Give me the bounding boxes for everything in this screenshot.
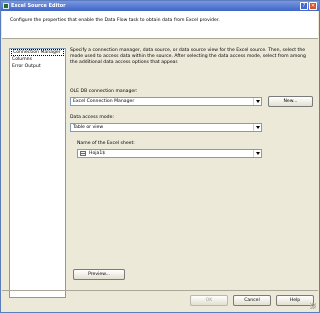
data-access-mode-select[interactable]: Table or view [70,123,262,132]
footer-divider [2,290,318,291]
header-panel: Configure the properties that enable the… [2,11,318,38]
app-icon [3,3,9,9]
chevron-down-icon[interactable] [253,150,261,157]
sheet-icon [80,151,86,156]
excel-source-editor-window: Excel Source Editor ? ✕ Configure the pr… [0,0,320,313]
excel-sheet-label: Name of the Excel sheet: [77,141,135,146]
connection-manager-label: OLE DB connection manager: [70,89,138,94]
header-divider [2,38,318,39]
title-bar[interactable]: Excel Source Editor ? ✕ [1,1,319,11]
page-navigation-list: Connection Manager Columns Error Output [9,48,66,298]
cancel-button[interactable]: Cancel [233,295,271,306]
close-button[interactable]: ✕ [309,2,317,10]
connection-manager-value: Excel Connection Manager [73,99,135,104]
nav-item-connection-manager[interactable]: Connection Manager [11,49,64,56]
nav-item-columns[interactable]: Columns [10,56,65,63]
connection-manager-select[interactable]: Excel Connection Manager [70,97,262,106]
help-button[interactable]: Help [276,295,314,306]
excel-sheet-value: Hoja1$ [89,151,106,156]
data-access-mode-label: Data access mode: [70,115,114,120]
excel-sheet-select[interactable]: Hoja1$ [77,149,262,158]
preview-button[interactable]: Preview... [73,269,125,280]
ok-button[interactable]: OK [190,295,228,306]
chevron-down-icon[interactable] [253,124,261,131]
data-access-mode-value: Table or view [73,125,104,130]
help-title-button[interactable]: ? [300,2,308,10]
access-options-panel: Name of the Excel sheet: Hoja1$ [73,135,313,235]
page-description: Specify a connection manager, data sourc… [70,48,306,65]
resize-grip-icon[interactable] [310,303,316,309]
chevron-down-icon[interactable] [253,98,261,105]
new-connection-button[interactable]: New... [268,96,313,107]
header-description: Configure the properties that enable the… [10,18,220,23]
window-title: Excel Source Editor [11,3,66,9]
nav-item-error-output[interactable]: Error Output [10,63,65,70]
